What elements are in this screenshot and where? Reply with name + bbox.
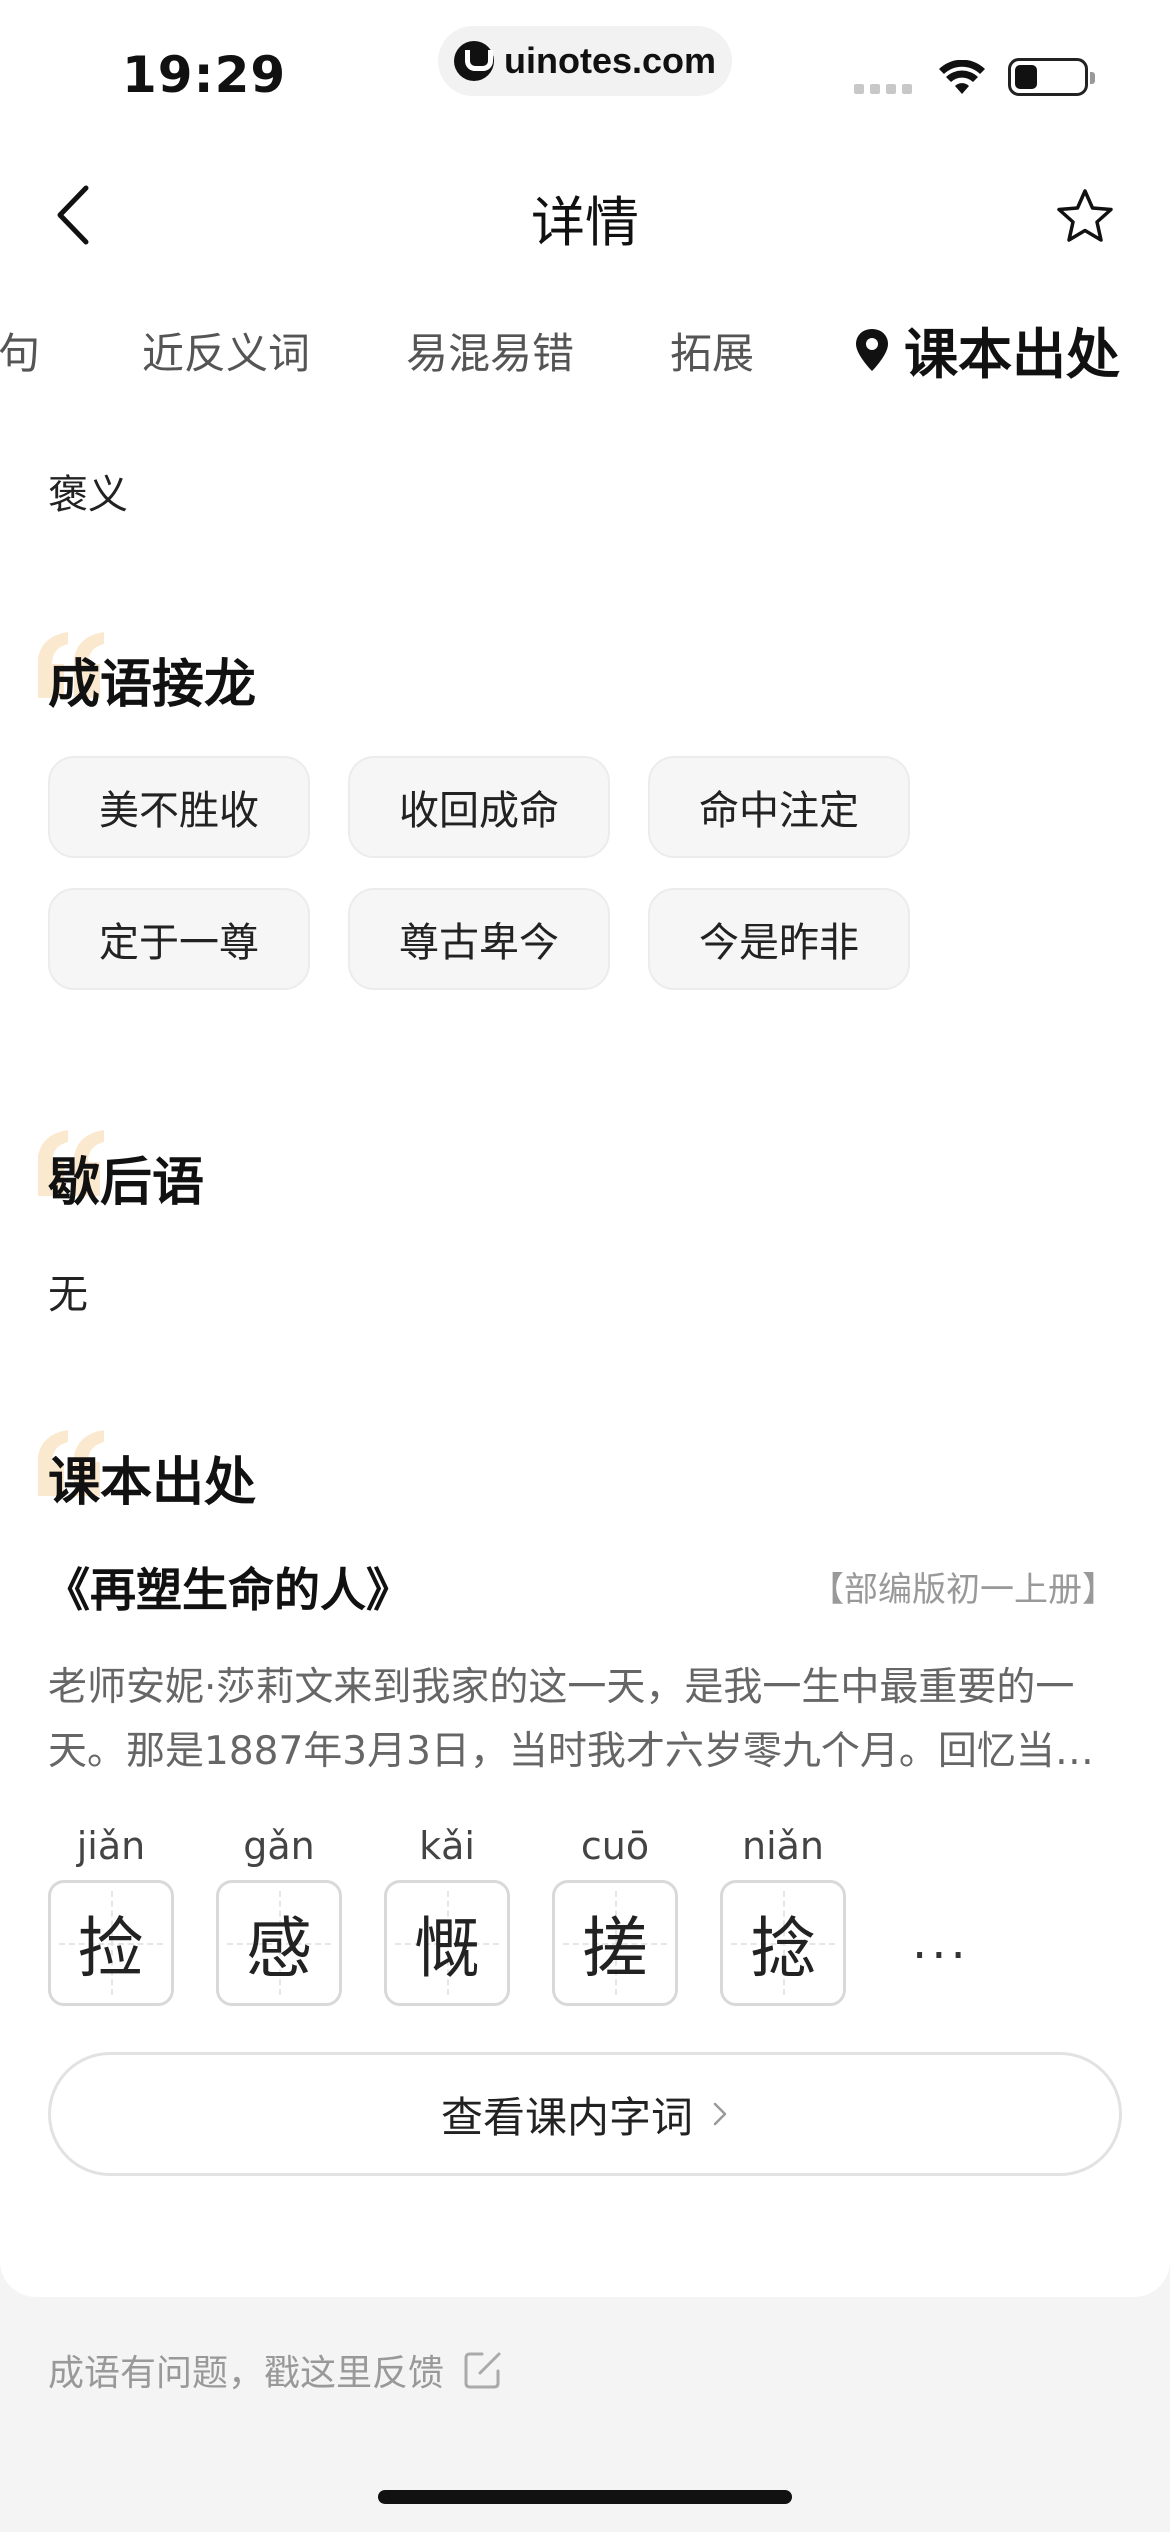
character-card[interactable]: cuō 搓 (552, 1820, 678, 2006)
feedback-link[interactable]: 成语有问题，戳这里反馈 (48, 2344, 504, 2396)
lesson-excerpt[interactable]: 老师安妮·莎莉文来到我家的这一天，是我一生中最重要的一天。那是1887年3月3日… (48, 1656, 1122, 1784)
character-card[interactable]: jiǎn 捡 (48, 1820, 174, 2006)
usage-value: 褒义 (48, 472, 128, 518)
tab-synonyms-antonyms[interactable]: 近反义词 (142, 320, 310, 381)
url-pill[interactable]: uinotes.com (438, 26, 732, 96)
battery-icon (1008, 58, 1095, 96)
tab-textbook-source-label: 课本出处 (904, 323, 1120, 386)
character-grid: 捻 (720, 1880, 846, 2006)
more-characters-icon[interactable]: ··· (912, 1928, 970, 1984)
character-glyph: 搓 (582, 1910, 648, 1987)
site-logo-icon (453, 41, 494, 81)
character-card[interactable]: niǎn 捻 (720, 1820, 846, 2006)
feedback-text: 成语有问题，戳这里反馈 (48, 2353, 445, 2394)
status-time: 19:29 (122, 46, 287, 104)
home-indicator[interactable] (378, 2490, 792, 2504)
character-grid: 搓 (552, 1880, 678, 2006)
xiehouyu-value: 无 (48, 1272, 88, 1318)
character-pinyin: gǎn (243, 1824, 315, 1868)
cellular-signal-icon (854, 84, 912, 94)
character-pinyin: kǎi (419, 1824, 475, 1868)
content-card: 19:29 uinotes.com 详情 句 近反义词 易混易错 拓展 课本出处… (0, 0, 1170, 2297)
view-lesson-words-button[interactable]: 查看课内字词 (48, 2052, 1122, 2176)
idiom-chip[interactable]: 收回成命 (348, 756, 610, 858)
location-pin-icon (856, 328, 888, 371)
tab-extension[interactable]: 拓展 (670, 320, 754, 381)
idiom-chip[interactable]: 尊古卑今 (348, 888, 610, 990)
character-card[interactable]: kǎi 慨 (384, 1820, 510, 2006)
xiehouyu-title: 歇后语 (48, 1153, 205, 1213)
chevron-right-icon (713, 2102, 727, 2126)
character-pinyin: cuō (580, 1824, 650, 1868)
character-glyph: 捻 (750, 1910, 816, 1987)
edit-icon (464, 2352, 501, 2389)
edition-tag: 【部编版初一上册】 (810, 1570, 1116, 1610)
wifi-icon (939, 60, 985, 94)
character-glyph: 感 (246, 1910, 312, 1987)
tab-textbook-source[interactable]: 课本出处 (854, 310, 1120, 389)
character-grid: 感 (216, 1880, 342, 2006)
star-icon[interactable] (1054, 186, 1116, 248)
tab-bar: 句 近反义词 易混易错 拓展 课本出处 (0, 310, 1170, 390)
view-lesson-words-label: 查看课内字词 (440, 2092, 693, 2142)
idiom-chip[interactable]: 命中注定 (648, 756, 910, 858)
idiom-chain-title: 成语接龙 (48, 655, 257, 715)
character-glyph: 慨 (414, 1910, 480, 1987)
character-grid: 慨 (384, 1880, 510, 2006)
character-pinyin: niǎn (741, 1824, 824, 1868)
character-pinyin: jiǎn (76, 1824, 146, 1868)
character-glyph: 捡 (78, 1910, 144, 1987)
idiom-chip[interactable]: 定于一尊 (48, 888, 310, 990)
url-text: uinotes.com (503, 40, 717, 81)
page-title: 详情 (531, 191, 639, 254)
idiom-chip[interactable]: 美不胜收 (48, 756, 310, 858)
idiom-chip[interactable]: 今是昨非 (648, 888, 910, 990)
textbook-source-title: 课本出处 (48, 1453, 257, 1513)
tab-sentence[interactable]: 句 (0, 320, 40, 381)
tab-confusable[interactable]: 易混易错 (406, 320, 574, 381)
lesson-title[interactable]: 《再塑生命的人》 (44, 1554, 412, 1620)
character-card[interactable]: gǎn 感 (216, 1820, 342, 2006)
character-grid: 捡 (48, 1880, 174, 2006)
